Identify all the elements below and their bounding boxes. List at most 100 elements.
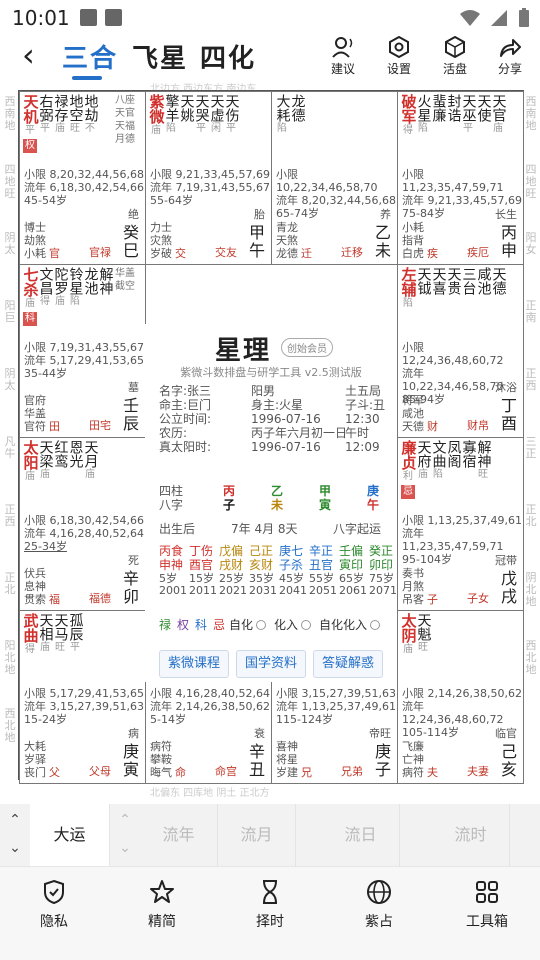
- palace-name[interactable]: 兄弟: [341, 763, 363, 779]
- up-arrow-icon[interactable]: ⌃: [110, 812, 140, 828]
- star[interactable]: 太阴庙: [400, 613, 418, 656]
- star[interactable]: 龙池: [83, 267, 99, 326]
- palace-cell[interactable]: 紫微庙擎羊陷天姚 天哭平天虚闲天伤平小限 9,21,33,45,57,69 流年 7…: [145, 91, 272, 265]
- star[interactable]: 擎羊陷: [164, 94, 180, 137]
- star[interactable]: 蜚廉: [431, 94, 447, 137]
- star[interactable]: 孤辰平: [68, 613, 84, 656]
- star[interactable]: 禄存庙: [53, 94, 69, 153]
- star[interactable]: 天官庙: [491, 94, 507, 137]
- palace-name[interactable]: 夫妻: [467, 763, 489, 779]
- tab-liuyue[interactable]: 流月: [218, 804, 296, 866]
- star[interactable]: 天伤平: [224, 94, 240, 137]
- star[interactable]: 文曲陷: [431, 440, 447, 499]
- radio-icon[interactable]: [256, 619, 267, 630]
- palace-name[interactable]: 疾厄: [467, 244, 489, 260]
- star[interactable]: 三台: [461, 267, 477, 310]
- star[interactable]: 解神旺: [476, 440, 492, 499]
- simple-button[interactable]: 精简: [127, 879, 197, 931]
- suggestion-button[interactable]: 建议: [323, 36, 363, 77]
- qa-button[interactable]: 答疑解惑: [313, 650, 383, 678]
- tab-liushi[interactable]: 流时: [432, 804, 510, 866]
- star[interactable]: 地空旺: [68, 94, 84, 153]
- palace-name[interactable]: 命宫: [215, 763, 237, 779]
- star[interactable]: 天贵: [446, 267, 462, 310]
- tab-dayun[interactable]: 大运: [30, 804, 110, 866]
- star[interactable]: 天使: [476, 94, 492, 137]
- down-arrow-icon[interactable]: ⌄: [0, 840, 30, 856]
- settings-button[interactable]: 设置: [379, 36, 419, 77]
- share-button[interactable]: 分享: [490, 36, 530, 77]
- star[interactable]: 天机平权: [22, 94, 40, 153]
- ziwei-divination-button[interactable]: 紫占: [344, 879, 414, 931]
- star[interactable]: 天府庙: [416, 440, 432, 499]
- star[interactable]: 封诰: [446, 94, 462, 137]
- star[interactable]: 天钺: [416, 267, 432, 310]
- down-arrow-icon[interactable]: ⌄: [110, 840, 140, 856]
- star[interactable]: 廉贞利忌: [400, 440, 418, 499]
- live-chart-button[interactable]: 活盘: [435, 36, 475, 77]
- star[interactable]: 咸池: [476, 267, 492, 310]
- tab-sanhe[interactable]: 三合: [62, 38, 118, 75]
- palace-name[interactable]: 官禄: [89, 244, 111, 260]
- hua-option[interactable]: 自化化入: [319, 616, 381, 633]
- palace-name[interactable]: 田宅: [89, 417, 111, 433]
- star[interactable]: 天巫平: [461, 94, 477, 137]
- star[interactable]: 天相庙: [38, 613, 54, 656]
- star[interactable]: 天姚: [179, 94, 195, 137]
- palace-name[interactable]: 交友: [215, 244, 237, 260]
- star[interactable]: 恩光: [68, 440, 84, 483]
- palace-name[interactable]: 父母: [89, 763, 111, 779]
- hua-option[interactable]: 自化: [229, 616, 267, 633]
- left-stepper[interactable]: ⌃ ⌄: [0, 804, 30, 866]
- star[interactable]: 七杀庙科: [22, 267, 40, 326]
- star[interactable]: 大耗陷: [275, 94, 291, 135]
- palace-cell[interactable]: 太阳庙天梁庙红鸾 恩光 天月庙小限 6,18,30,42,54,66 流年 4,16,…: [19, 437, 146, 611]
- star[interactable]: 天哭平: [194, 94, 210, 137]
- palace-name[interactable]: 子女: [467, 590, 489, 606]
- star[interactable]: 铃星陷: [68, 267, 84, 326]
- star[interactable]: 火星陷: [416, 94, 432, 137]
- star[interactable]: 天魁旺: [416, 613, 432, 656]
- tab-sihua[interactable]: 四化: [200, 38, 256, 75]
- tab-liuri[interactable]: 流日: [322, 804, 400, 866]
- palace-cell[interactable]: 太阴庙天魁旺小限 2,14,26,38,50,62 流年 12,24,36,48,…: [397, 610, 524, 784]
- palace-cell[interactable]: 天机平权右弼平禄存庙地空旺地劫不八座 天官 天福 月德 小限 8,20,32,44…: [19, 91, 146, 265]
- tab-feixing[interactable]: 飞星: [132, 38, 188, 75]
- star[interactable]: 天喜: [431, 267, 447, 310]
- course-button[interactable]: 紫微课程: [159, 650, 229, 678]
- star[interactable]: 文昌得: [38, 267, 54, 326]
- star[interactable]: 左辅陷: [400, 267, 418, 310]
- star[interactable]: 陀罗庙: [53, 267, 69, 326]
- star[interactable]: 武曲得: [22, 613, 40, 656]
- star[interactable]: 天德: [491, 267, 507, 310]
- privacy-button[interactable]: 隐私: [19, 879, 89, 931]
- radio-icon[interactable]: [301, 619, 312, 630]
- star[interactable]: 太阳庙: [22, 440, 40, 483]
- tab-liunian[interactable]: 流年: [140, 804, 218, 866]
- star[interactable]: 凤阁: [446, 440, 462, 499]
- star[interactable]: 解神: [98, 267, 114, 326]
- star[interactable]: 龙德: [290, 94, 306, 135]
- back-button[interactable]: ‹: [22, 38, 35, 72]
- star[interactable]: 破军得: [400, 94, 418, 137]
- star[interactable]: 天虚闲: [209, 94, 225, 137]
- star[interactable]: 紫微庙: [148, 94, 166, 137]
- star[interactable]: 红鸾: [53, 440, 69, 483]
- star[interactable]: 天梁庙: [38, 440, 54, 483]
- palace-cell[interactable]: 左辅陷天钺 天喜 天贵 三台 咸池 天德 小限 12,24,36,48,60,72 流年 10…: [397, 264, 524, 438]
- star[interactable]: 天马旺: [53, 613, 69, 656]
- radio-icon[interactable]: [370, 619, 381, 630]
- palace-cell[interactable]: 大耗陷龙德 小限 10,22,34,46,58,70 流年 8,20,32,44,5…: [271, 91, 398, 265]
- star[interactable]: 天月庙: [83, 440, 99, 483]
- toolbox-button[interactable]: 工具箱: [452, 879, 522, 931]
- star[interactable]: 地劫不: [83, 94, 99, 153]
- time-select-button[interactable]: 择时: [235, 879, 305, 931]
- palace-cell[interactable]: 破军得火星陷蜚廉 封诰 天巫平天使 天官庙小限 11,23,35,47,59,71 流年…: [397, 91, 524, 265]
- resources-button[interactable]: 国学资料: [236, 650, 306, 678]
- hua-option[interactable]: 化入: [274, 616, 312, 633]
- palace-name[interactable]: 福德: [89, 590, 111, 606]
- star[interactable]: 寡宿: [461, 440, 477, 499]
- dayun-stepper[interactable]: ⌃ ⌄: [110, 804, 140, 866]
- star[interactable]: 右弼平: [38, 94, 54, 153]
- up-arrow-icon[interactable]: ⌃: [0, 812, 30, 828]
